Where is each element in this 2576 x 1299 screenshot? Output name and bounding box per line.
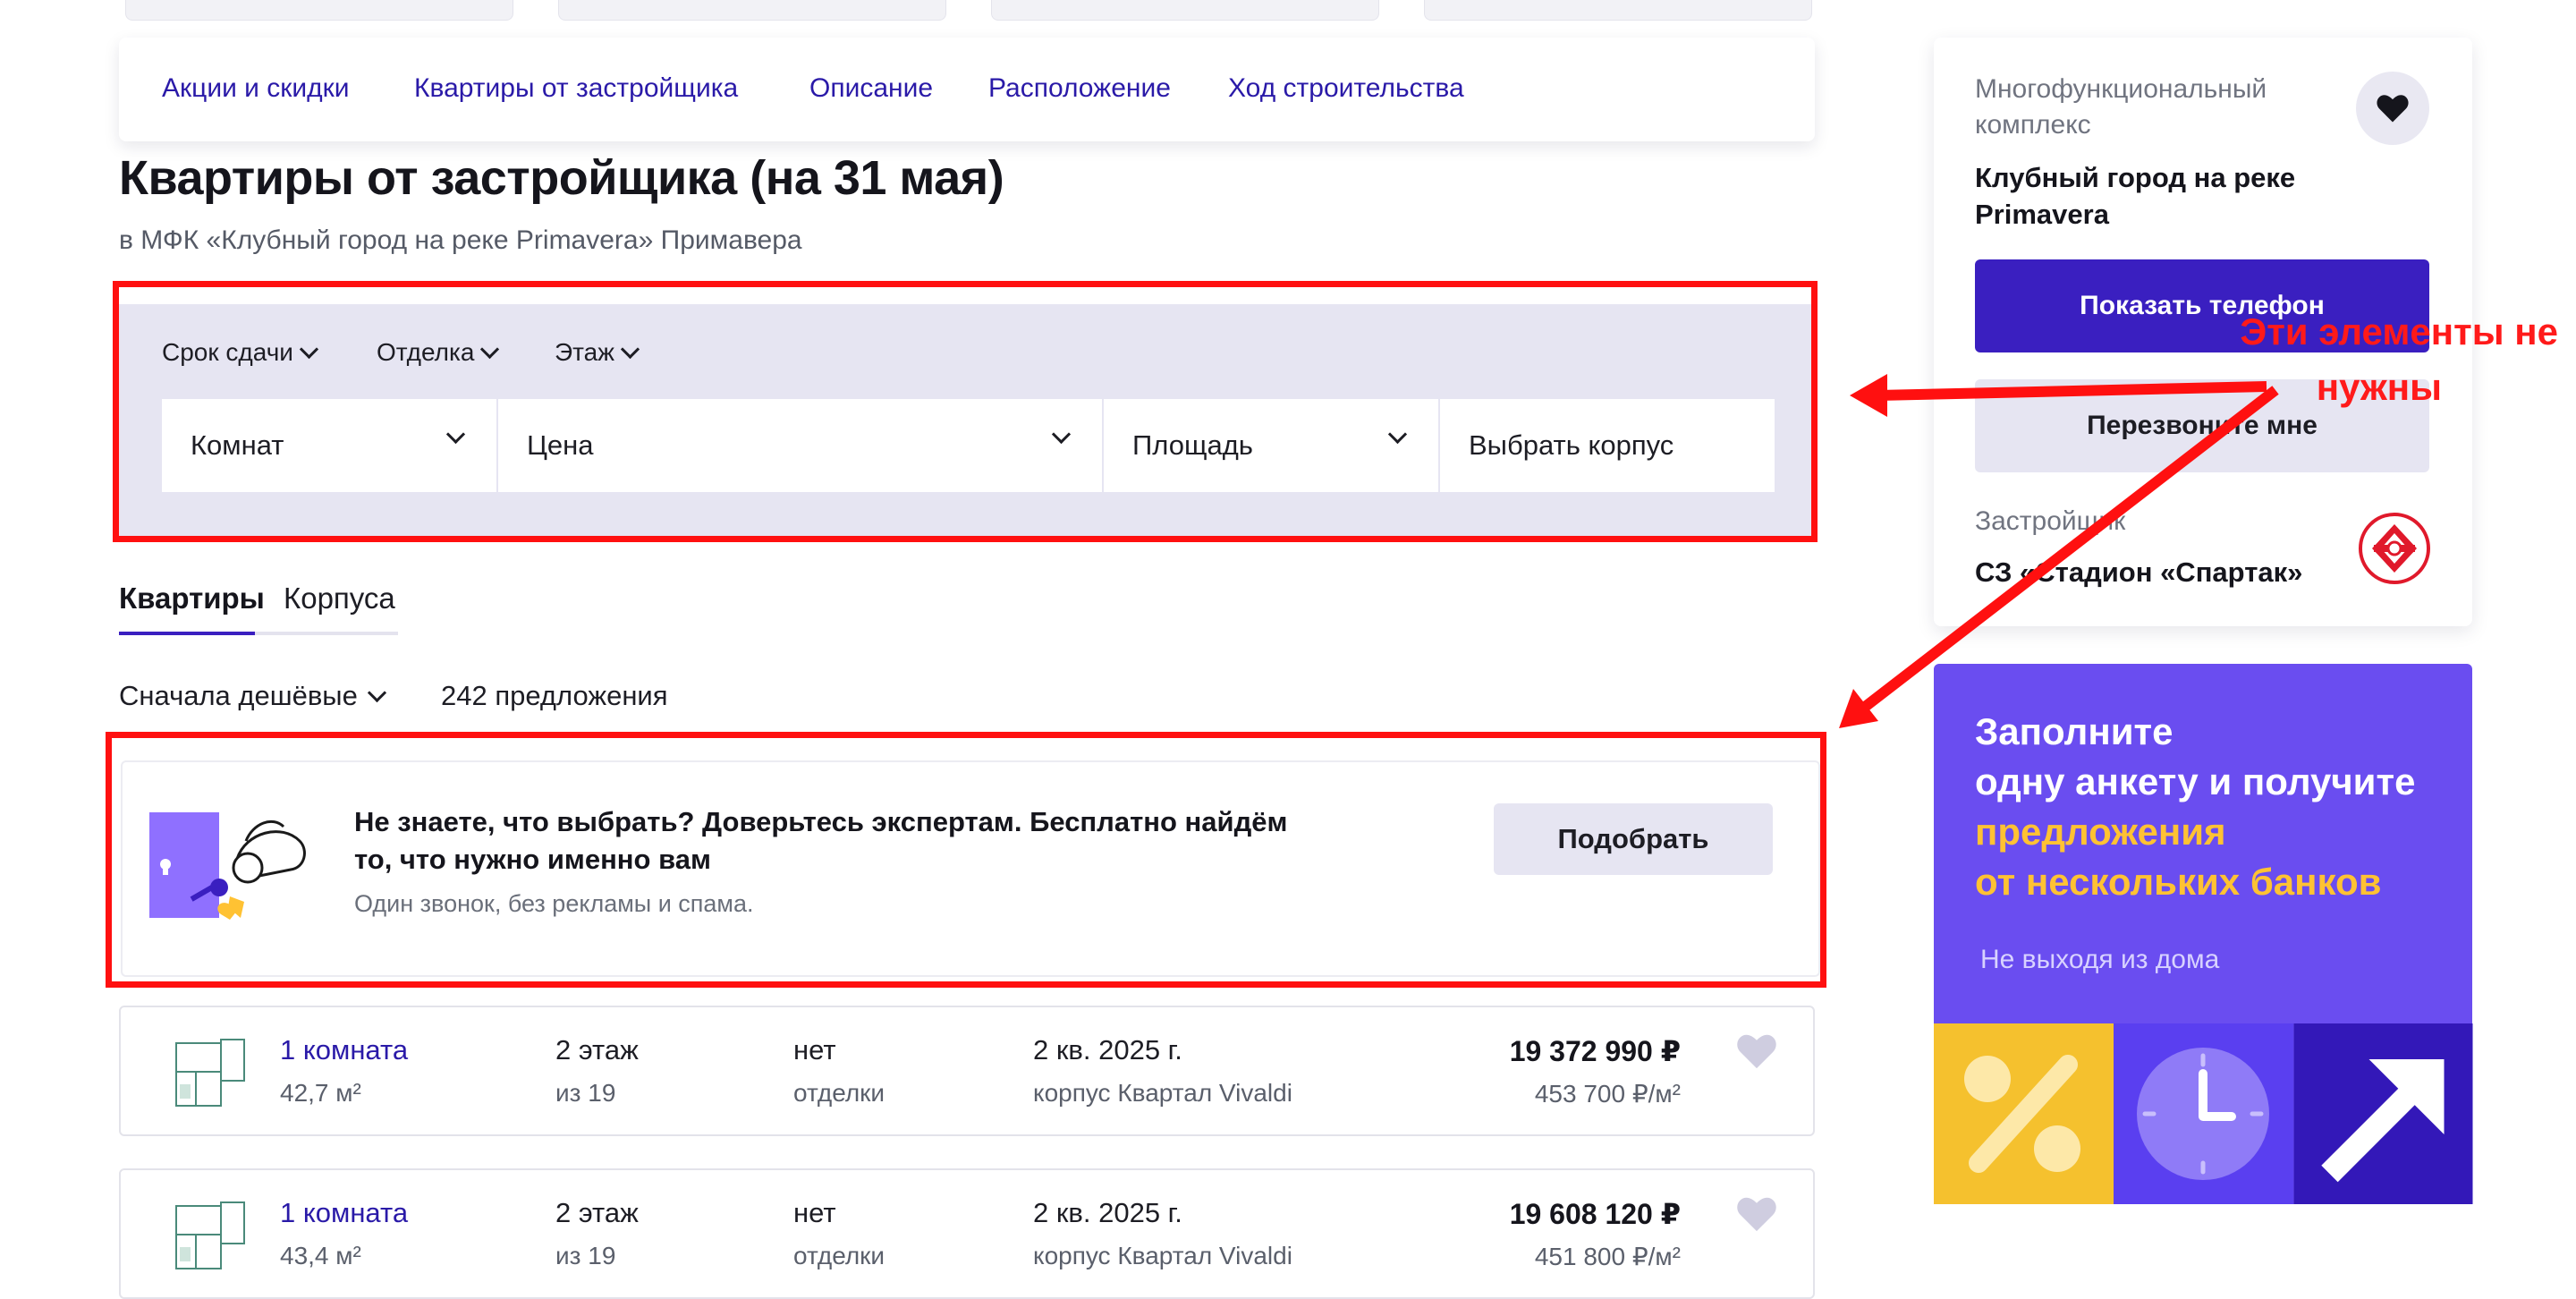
annotation-arrows: [1839, 374, 2279, 728]
annotation-line-1: Эти элементы не: [2240, 310, 2558, 352]
annotation-text: Эти элементы не нужны: [2129, 304, 2558, 415]
annotation-line-2: нужны: [2316, 366, 2442, 408]
